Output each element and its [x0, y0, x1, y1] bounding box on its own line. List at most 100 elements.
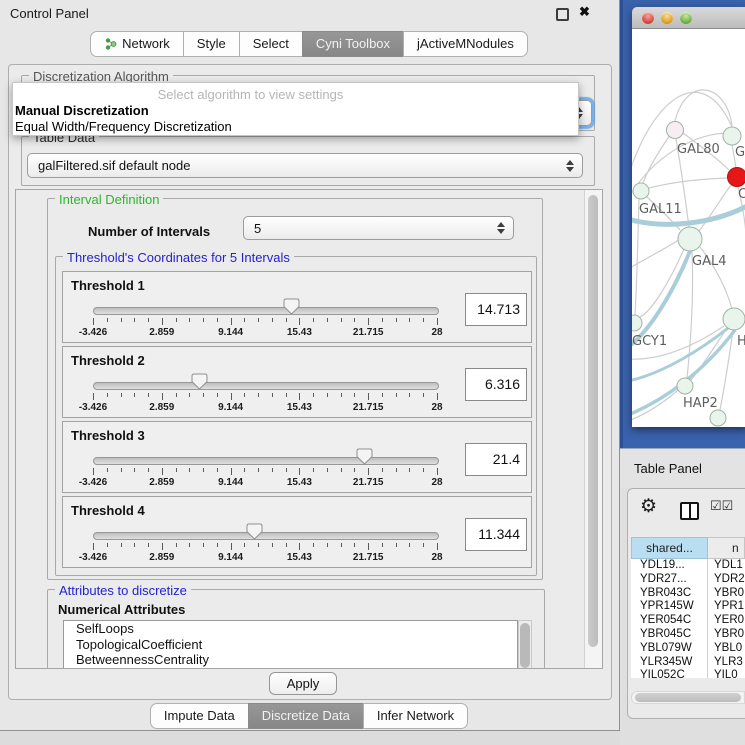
zoom-traffic-light-icon[interactable]	[680, 12, 692, 24]
numerical-attributes-list[interactable]: SelfLoopsTopologicalCoefficientBetweenne…	[63, 620, 518, 669]
network-edge[interactable]	[699, 185, 731, 231]
threshold-value-field[interactable]: 14.713	[465, 293, 527, 326]
cell-name[interactable]: YIL0	[708, 669, 745, 678]
tab-jactivemnodules[interactable]: jActiveMNodules	[403, 31, 528, 57]
cell-shared-name[interactable]: YLR345W	[631, 656, 708, 670]
slider-tick	[203, 318, 204, 322]
table-data-combobox[interactable]: galFiltered.sif default node	[27, 153, 583, 178]
cell-name[interactable]: YBL0	[708, 642, 745, 656]
cell-shared-name[interactable]: YER054C	[631, 614, 708, 628]
network-node-ga[interactable]	[723, 127, 741, 145]
table-row[interactable]: YIL052CYIL0	[631, 669, 745, 678]
table-row[interactable]: YER054CYER0	[631, 614, 745, 628]
threshold-slider-thumb[interactable]	[356, 448, 373, 465]
network-edge-highlighted[interactable]	[632, 251, 690, 347]
cell-name[interactable]: YDL1	[708, 559, 745, 573]
interval-definition-group: Interval Definition Number of Intervals …	[47, 198, 543, 580]
tab-infer-network[interactable]: Infer Network	[363, 703, 468, 729]
slider-tick-label: 21.715	[353, 402, 384, 413]
number-of-intervals-combobox[interactable]: 5	[243, 216, 514, 240]
close-traffic-light-icon[interactable]	[642, 12, 654, 24]
table-row[interactable]: YDR27...YDR2	[631, 573, 745, 587]
network-node-hap2[interactable]	[677, 378, 693, 394]
attributes-list-scrollbar[interactable]	[518, 620, 532, 669]
network-edge[interactable]	[687, 251, 693, 378]
minimize-traffic-light-icon[interactable]	[661, 12, 673, 24]
threshold-value-field[interactable]: 11.344	[465, 518, 527, 551]
gear-icon[interactable]: ⚙	[640, 495, 657, 518]
cell-name[interactable]: YER0	[708, 614, 745, 628]
table-header-row: shared... n	[631, 537, 745, 559]
cell-name[interactable]: YBR0	[708, 587, 745, 601]
cell-shared-name[interactable]: YDR27...	[631, 573, 708, 587]
scrollbar-thumb[interactable]	[588, 195, 598, 647]
network-node-gal4[interactable]	[678, 227, 702, 251]
threshold-slider-thumb[interactable]	[191, 373, 208, 390]
attribute-item-selfloops[interactable]: SelfLoops	[64, 621, 517, 637]
column-header-name[interactable]: n	[708, 537, 745, 559]
table-row[interactable]: YBL079WYBL0	[631, 642, 745, 656]
table-row[interactable]: YLR345WYLR3	[631, 656, 745, 670]
network-window-titlebar[interactable]	[632, 7, 745, 29]
cell-name[interactable]: YPR1	[708, 600, 745, 614]
cell-shared-name[interactable]: YBL079W	[631, 642, 708, 656]
dropdown-item-manual-discretization[interactable]: Manual Discretization	[15, 103, 149, 118]
close-icon[interactable]: ✖	[579, 4, 590, 20]
scrollbar-thumb[interactable]	[520, 623, 530, 668]
network-node-gal80[interactable]	[667, 122, 684, 139]
cell-shared-name[interactable]: YPR145W	[631, 600, 708, 614]
network-edge[interactable]	[632, 239, 680, 269]
cell-shared-name[interactable]: YBR043C	[631, 587, 708, 601]
threshold-slider-track[interactable]	[93, 532, 439, 540]
network-edge[interactable]	[675, 90, 732, 126]
tab-discretize-data[interactable]: Discretize Data	[248, 703, 364, 729]
network-node[interactable]	[710, 410, 726, 426]
float-window-icon[interactable]	[556, 8, 569, 21]
cell-shared-name[interactable]: YDL19...	[631, 559, 708, 573]
threshold-slider-track[interactable]	[93, 307, 439, 315]
tab-impute-data[interactable]: Impute Data	[150, 703, 249, 729]
cell-name[interactable]: YLR3	[708, 656, 745, 670]
threshold-slider-thumb[interactable]	[246, 523, 263, 540]
apply-button[interactable]: Apply	[269, 672, 337, 695]
dropdown-item-equal-width-frequency[interactable]: Equal Width/Frequency Discretization	[15, 119, 232, 134]
table-row[interactable]: YBR045CYBR0	[631, 628, 745, 642]
cell-shared-name[interactable]: YIL052C	[631, 669, 708, 678]
table-row[interactable]: YPR145WYPR1	[631, 600, 745, 614]
network-canvas[interactable]: GAL80GACGAL11GAL4GCY1HHAP2	[632, 29, 745, 427]
columns-icon[interactable]	[680, 502, 699, 520]
threshold-slider-track[interactable]	[93, 382, 439, 390]
scrollbar-thumb[interactable]	[635, 693, 741, 702]
network-edge[interactable]	[649, 178, 728, 188]
threshold-slider-thumb[interactable]	[283, 298, 300, 315]
cell-name[interactable]: YBR0	[708, 628, 745, 642]
network-edge[interactable]	[643, 135, 670, 183]
network-node-gal11[interactable]	[633, 183, 649, 199]
tab-style[interactable]: Style	[183, 31, 240, 57]
tab-network[interactable]: Network	[90, 31, 184, 57]
attributes-group: Attributes to discretize Numerical Attri…	[47, 589, 545, 669]
slider-tick-label: 2.859	[149, 477, 174, 488]
table-row[interactable]: YDL19...YDL1	[631, 559, 745, 573]
thresholds-group: Threshold's Coordinates for 5 Intervals …	[55, 256, 537, 576]
threshold-slider-track[interactable]	[93, 457, 439, 465]
network-node-h[interactable]	[723, 308, 745, 330]
network-node-c[interactable]	[728, 168, 745, 187]
network-edge[interactable]	[632, 390, 678, 421]
threshold-value-field[interactable]: 21.4	[465, 443, 527, 476]
cell-name[interactable]: YDR2	[708, 573, 745, 587]
table-row[interactable]: YBR043CYBR0	[631, 587, 745, 601]
threshold-value-field[interactable]: 6.316	[465, 368, 527, 401]
table-panel-title: Table Panel	[634, 461, 702, 476]
cell-shared-name[interactable]: YBR045C	[631, 628, 708, 642]
node-label: HAP2	[683, 396, 718, 411]
table-horizontal-scrollbar[interactable]	[631, 691, 745, 704]
attribute-item-topologicalcoefficient[interactable]: TopologicalCoefficient	[64, 637, 517, 653]
column-header-shared-name[interactable]: shared...	[631, 537, 708, 559]
attribute-item-betweennesscentrality[interactable]: BetweennessCentrality	[64, 652, 517, 668]
settings-vertical-scrollbar[interactable]	[584, 190, 602, 668]
checkbox-icons[interactable]: ☑☑	[710, 498, 733, 514]
tab-cyni-toolbox[interactable]: Cyni Toolbox	[302, 31, 404, 57]
tab-select[interactable]: Select	[239, 31, 303, 57]
slider-tick	[437, 468, 438, 475]
